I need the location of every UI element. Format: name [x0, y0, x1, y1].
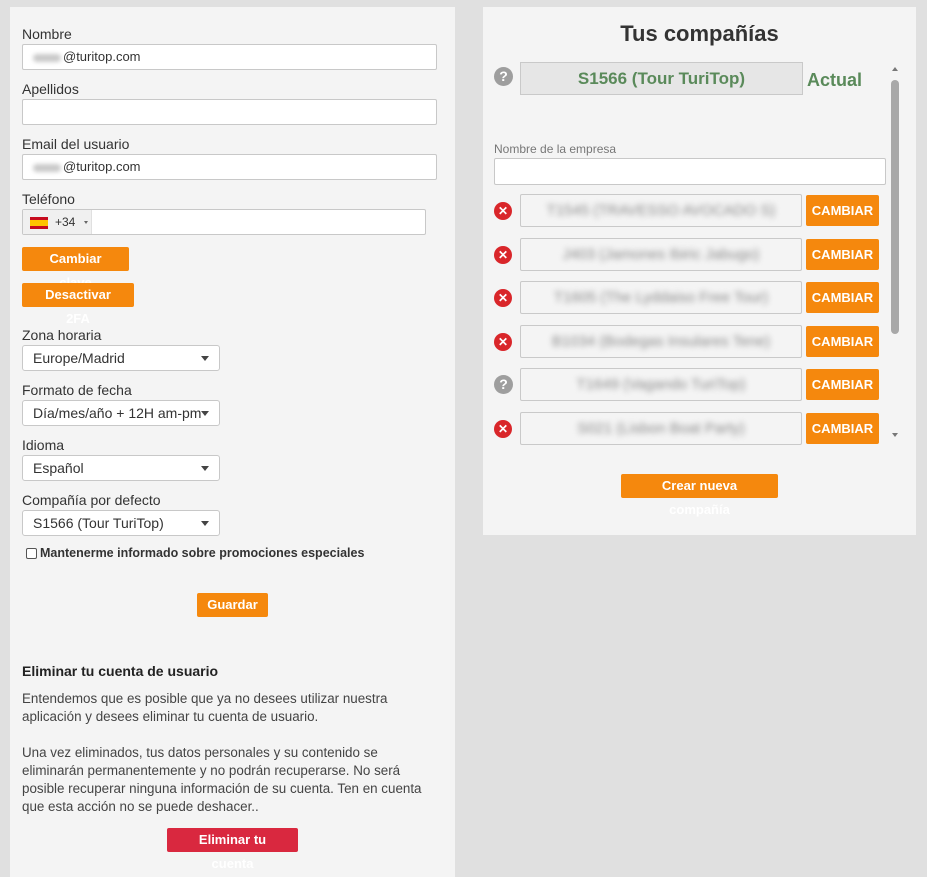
remove-icon[interactable]: ✕: [494, 246, 512, 264]
company-name-box: S021 (Lisbon Boat Party): [520, 412, 802, 445]
question-icon: ?: [494, 67, 513, 86]
nombre-input[interactable]: @turitop.com: [22, 44, 437, 70]
company-row: ✕ S021 (Lisbon Boat Party) CAMBIAR: [483, 412, 891, 445]
companies-title: Tus compañías: [620, 21, 779, 46]
company-name: T1649 (Vagando TuriTop): [576, 376, 746, 393]
nombre-label: Nombre: [22, 26, 72, 42]
company-row: ? T1649 (Vagando TuriTop) CAMBIAR: [483, 368, 891, 402]
company-name-box: J403 (Jamones Ibiric Jabugo): [520, 238, 802, 271]
chevron-down-icon: [201, 521, 209, 526]
idioma-select[interactable]: Español: [22, 455, 220, 481]
remove-icon[interactable]: ✕: [494, 420, 512, 438]
guardar-button[interactable]: Guardar: [197, 593, 268, 617]
nombre-value: @turitop.com: [63, 49, 141, 64]
crear-compania-button[interactable]: Crear nueva compañía: [621, 474, 778, 517]
email-label: Email del usuario: [22, 136, 130, 152]
remove-icon[interactable]: ✕: [494, 333, 512, 351]
cambiar-button[interactable]: CAMBIAR: [806, 369, 879, 400]
company-row: ✕ J403 (Jamones Ibiric Jabugo) CAMBIAR: [483, 238, 891, 272]
redacted-text: [33, 53, 61, 62]
company-name-box: B1034 (Bodegas Insulares Tene): [520, 325, 802, 358]
email-value: @turitop.com: [63, 159, 141, 174]
promo-checkbox[interactable]: [26, 548, 37, 559]
formato-label: Formato de fecha: [22, 382, 132, 398]
compania-label: Compañía por defecto: [22, 492, 161, 508]
compania-select[interactable]: S1566 (Tour TuriTop): [22, 510, 220, 536]
telefono-label: Teléfono: [22, 191, 75, 207]
eliminar-cuenta-button[interactable]: Eliminar tu cuenta: [167, 828, 298, 871]
companies-list: ✕ T1545 (TRAVESSO AVOCADO S) CAMBIAR ✕ J403 …: [483, 193, 891, 445]
idioma-label: Idioma: [22, 437, 65, 453]
compania-value: S1566 (Tour TuriTop): [33, 515, 164, 531]
scroll-down-icon[interactable]: [892, 433, 898, 437]
cambiar-button[interactable]: CAMBIAR: [806, 326, 879, 357]
cambiar-button[interactable]: CAMBIAR: [806, 195, 879, 226]
delete-account-para2: Una vez eliminados, tus datos personales…: [22, 745, 422, 814]
delete-account-title: Eliminar tu cuenta de usuario: [22, 663, 219, 679]
apellidos-input[interactable]: [22, 99, 437, 125]
chevron-down-icon: [201, 356, 209, 361]
zona-select[interactable]: Europe/Madrid: [22, 345, 220, 371]
cambiar-button[interactable]: CAMBIAR: [806, 282, 879, 313]
companies-panel: Tus compañías ? S1566 (Tour TuriTop) Act…: [483, 7, 916, 535]
cambiar-button[interactable]: CAMBIAR: [806, 239, 879, 270]
company-name-box: T1605 (The Lyddaiso Free Tour): [520, 281, 802, 314]
zona-label: Zona horaria: [22, 327, 102, 343]
scrollbar-thumb[interactable]: [891, 80, 899, 334]
company-name: S021 (Lisbon Boat Party): [577, 420, 745, 437]
question-icon: ?: [494, 375, 513, 394]
company-row: ✕ B1034 (Bodegas Insulares Tene) CAMBIAR: [483, 325, 891, 359]
scroll-up-icon[interactable]: [892, 67, 898, 71]
apellidos-label: Apellidos: [22, 81, 79, 97]
delete-account-para1: Entendemos que es posible que ya no dese…: [22, 691, 388, 724]
cambiar-clave-button[interactable]: Cambiar clave: [22, 247, 129, 290]
empresa-input[interactable]: [494, 158, 886, 185]
current-company: S1566 (Tour TuriTop): [520, 62, 803, 95]
empresa-label: Nombre de la empresa: [494, 142, 617, 156]
company-name: T1605 (The Lyddaiso Free Tour): [553, 289, 769, 306]
promo-label: Mantenerme informado sobre promociones e…: [40, 546, 365, 560]
remove-icon[interactable]: ✕: [494, 289, 512, 307]
company-name: T1545 (TRAVESSO AVOCADO S): [546, 202, 776, 219]
chevron-down-icon: [201, 466, 209, 471]
desactivar-2fa-button[interactable]: Desactivar 2FA: [22, 283, 134, 326]
company-name: B1034 (Bodegas Insulares Tene): [551, 333, 771, 350]
zona-value: Europe/Madrid: [33, 350, 125, 366]
redacted-text: [33, 163, 61, 172]
company-row: ✕ T1605 (The Lyddaiso Free Tour) CAMBIAR: [483, 281, 891, 315]
company-name: J403 (Jamones Ibiric Jabugo): [562, 246, 760, 263]
formato-value: Día/mes/año + 12H am-pm: [33, 405, 202, 421]
company-row: ✕ T1545 (TRAVESSO AVOCADO S) CAMBIAR: [483, 194, 891, 228]
scrollbar[interactable]: [888, 63, 902, 443]
profile-panel: Nombre @turitop.com Apellidos Email del …: [10, 7, 455, 877]
chevron-down-icon: [84, 221, 88, 224]
country-code: +34: [55, 215, 76, 229]
telefono-input[interactable]: +34: [22, 209, 426, 235]
current-label: Actual: [807, 70, 863, 90]
chevron-down-icon: [201, 411, 209, 416]
country-selector[interactable]: +34: [23, 210, 92, 234]
remove-icon[interactable]: ✕: [494, 202, 512, 220]
spain-flag-icon: [30, 217, 48, 229]
company-name-box: T1649 (Vagando TuriTop): [520, 368, 802, 401]
formato-select[interactable]: Día/mes/año + 12H am-pm: [22, 400, 220, 426]
company-name-box: T1545 (TRAVESSO AVOCADO S): [520, 194, 802, 227]
cambiar-button[interactable]: CAMBIAR: [806, 413, 879, 444]
idioma-value: Español: [33, 460, 84, 476]
email-input[interactable]: @turitop.com: [22, 154, 437, 180]
